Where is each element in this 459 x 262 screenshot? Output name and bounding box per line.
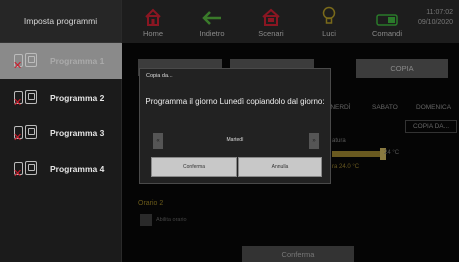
temperature-setpoint: ra 24.0 °C: [332, 164, 360, 170]
copy-button[interactable]: COPIA: [356, 59, 448, 78]
program-icon: ✕: [13, 52, 38, 72]
clock-date: 09/10/2020: [417, 19, 453, 26]
next-day-button[interactable]: »: [309, 133, 319, 149]
program-icon: ✕: [13, 89, 38, 109]
back-arrow-icon: [183, 0, 241, 26]
copy-from-button[interactable]: COPIA DA...: [405, 120, 457, 133]
enable-checkbox[interactable]: [140, 214, 152, 226]
nav-home[interactable]: Home: [124, 0, 182, 43]
sidebar-item-programma-3[interactable]: ✕ Programma 3: [0, 115, 122, 151]
copy-from-dialog: Copia da... Programma il giorno Lunedì c…: [139, 68, 331, 184]
nav-lights[interactable]: Luci: [300, 0, 358, 43]
confirm-button[interactable]: Conferma: [151, 157, 237, 177]
delete-icon: ✕: [13, 168, 23, 180]
dialog-title: Copia da...: [146, 73, 173, 79]
nav-back[interactable]: Indietro: [183, 0, 241, 43]
sidebar-item-programma-2[interactable]: ✕ Programma 2: [0, 80, 122, 116]
temperature-slider[interactable]: [332, 148, 386, 160]
day-sabato[interactable]: SABATO: [372, 104, 398, 111]
nav-scenes-label: Scenari: [258, 29, 284, 38]
program-icon: ✕: [13, 124, 38, 144]
clock-time: 11:07:02: [426, 9, 453, 16]
delete-icon: ✕: [13, 132, 23, 144]
sidebar-item-label: Programma 4: [50, 164, 105, 174]
temperature-value: 24 °C: [384, 150, 400, 156]
confirm-program-button[interactable]: Conferma: [242, 246, 354, 262]
enable-label: Abilita orario: [156, 217, 187, 223]
enable-schedule[interactable]: Abilita orario: [140, 214, 187, 226]
top-nav-bar: Home Indietro Scenari Luci Comandi 11:07…: [122, 0, 459, 43]
clock: 11:07:02 09/10/2020: [418, 8, 453, 28]
nav-scenes[interactable]: Scenari: [242, 0, 300, 43]
temperature-label: atura: [332, 138, 346, 144]
selected-day: Martedì: [226, 137, 244, 143]
scenes-icon: [242, 0, 300, 26]
day-domenica[interactable]: DOMENICA: [416, 104, 451, 111]
nav-commands-label: Comandi: [371, 29, 402, 38]
sidebar-title: Imposta programmi: [0, 0, 121, 43]
dialog-message: Programma il giorno Lunedì copiandolo da…: [145, 97, 325, 106]
delete-icon: ✕: [13, 97, 23, 109]
cancel-button[interactable]: Annulla: [238, 157, 322, 177]
sidebar-item-programma-1[interactable]: ✕ Programma 1: [0, 43, 122, 79]
sidebar: Imposta programmi ✕ Programma 1 ✕ Progra…: [0, 0, 122, 262]
delete-icon: ✕: [13, 60, 23, 72]
home-icon: [124, 0, 182, 26]
nav-back-label: Indietro: [199, 29, 225, 38]
nav-lights-label: Luci: [322, 29, 336, 38]
toggle-icon: [358, 0, 416, 26]
sidebar-item-label: Programma 3: [50, 128, 105, 138]
sidebar-item-programma-4[interactable]: ✕ Programma 4: [0, 151, 122, 187]
nav-home-label: Home: [142, 29, 163, 38]
sidebar-item-label: Programma 1: [50, 56, 105, 66]
nav-commands[interactable]: Comandi: [358, 0, 416, 43]
orario-2-title: Orario 2: [138, 200, 164, 207]
bulb-icon: [300, 0, 358, 26]
sidebar-item-label: Programma 2: [50, 93, 105, 103]
program-icon: ✕: [13, 160, 38, 180]
